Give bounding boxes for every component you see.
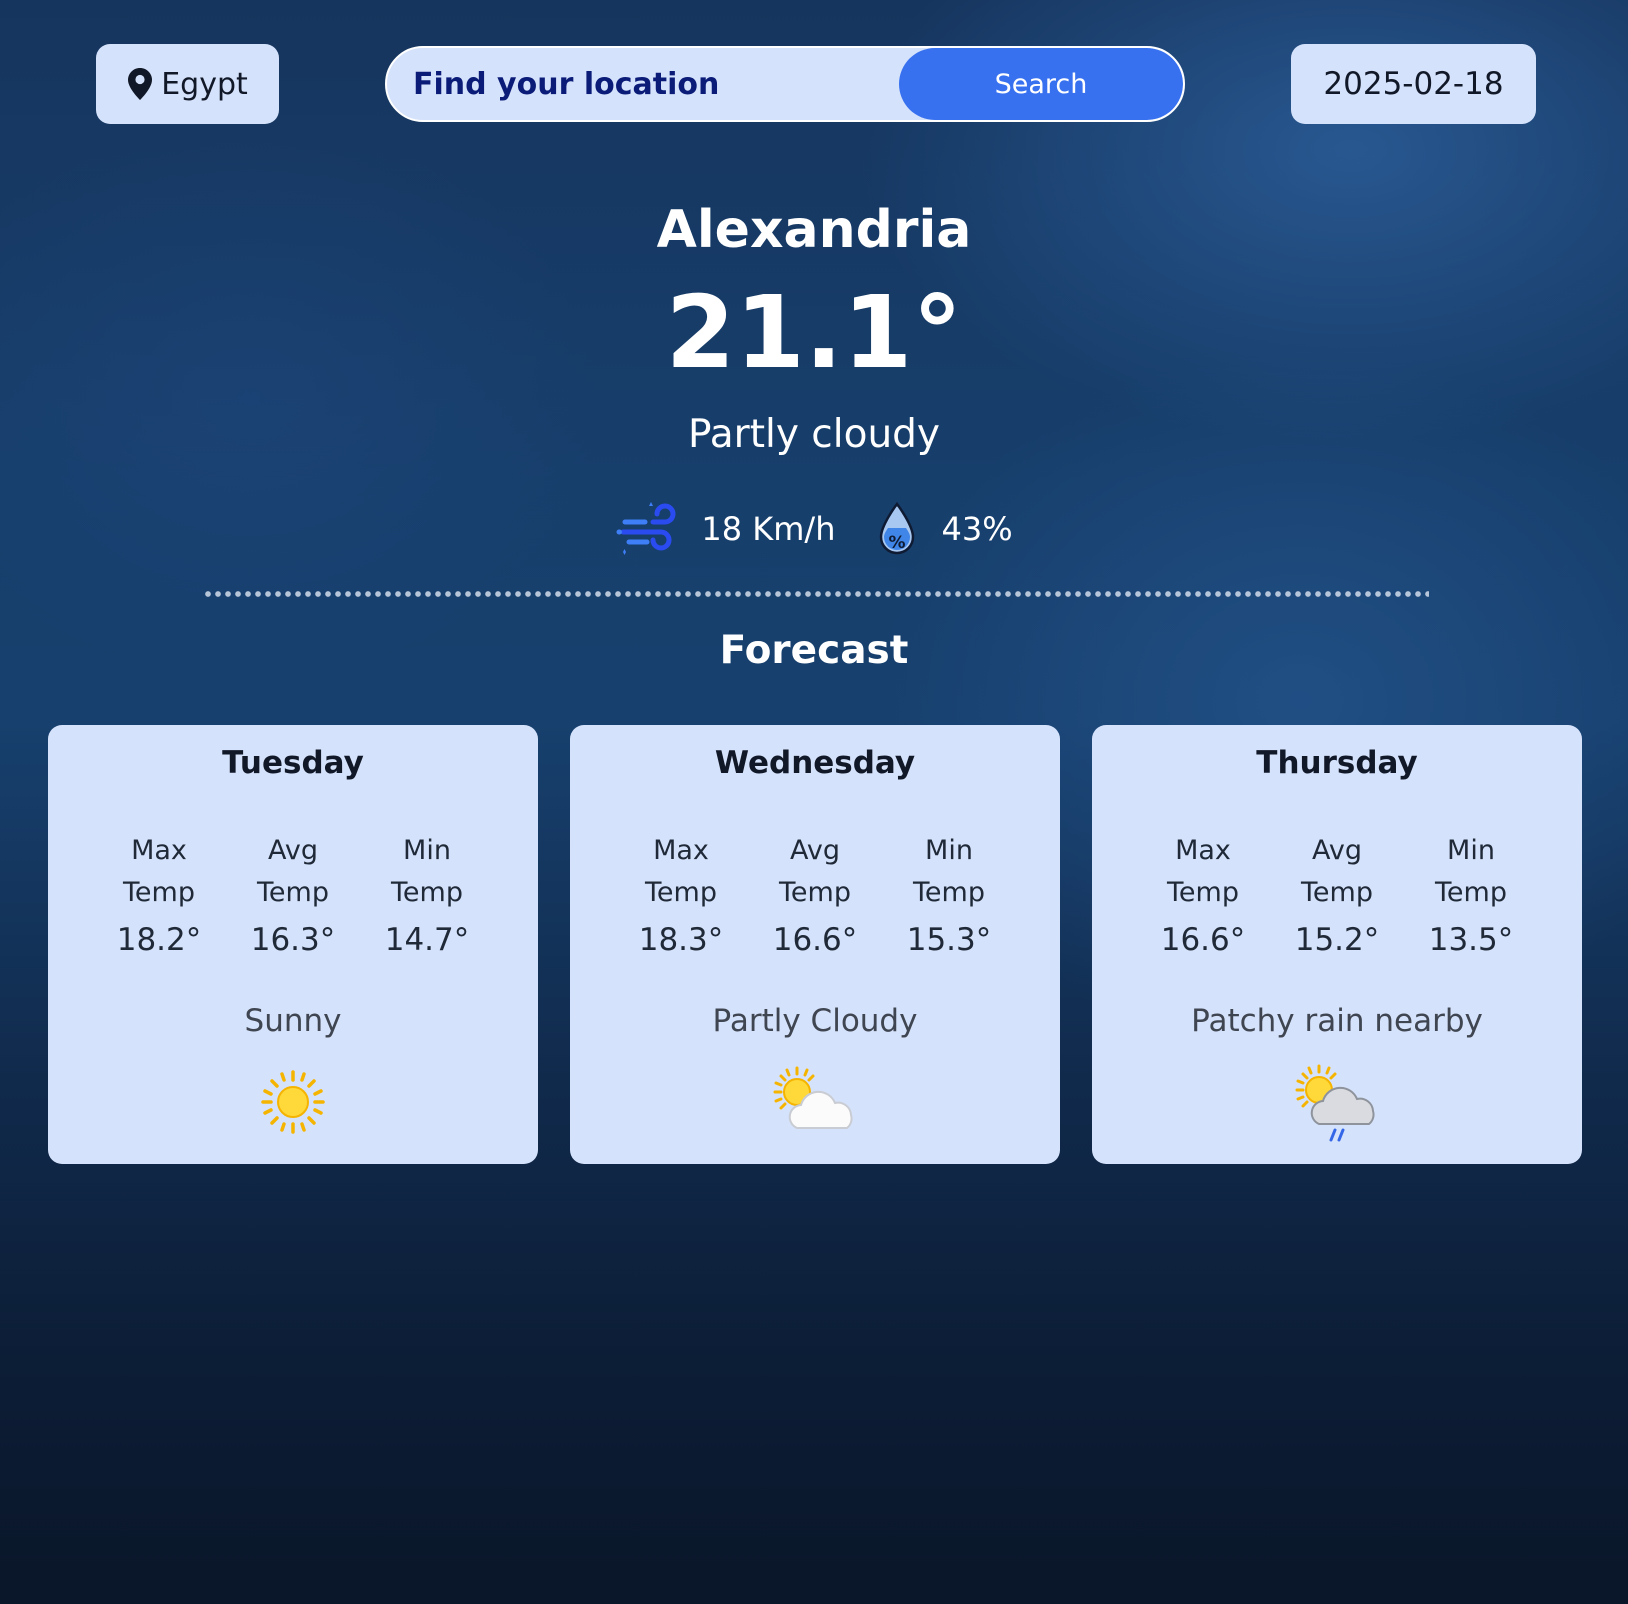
- forecast-condition: Sunny: [244, 1003, 342, 1039]
- max-temp-value: 18.2°: [116, 922, 202, 958]
- humidity-stat: % 43%: [877, 501, 1013, 557]
- temp-row: Max Temp 18.3° Avg Temp 16.6° Min Temp 15.3…: [570, 830, 1060, 958]
- current-condition: Partly cloudy: [688, 412, 940, 457]
- avg-temp-value: 15.2°: [1294, 922, 1380, 958]
- forecast-title: Forecast: [719, 628, 909, 673]
- max-temp: Max Temp 18.3°: [635, 830, 727, 958]
- city-name: Alexandria: [656, 200, 972, 260]
- forecast-day: Wednesday: [714, 745, 916, 781]
- current-stats: 18 Km/h % 43%: [0, 500, 1628, 558]
- forecast-condition: Partly Cloudy: [712, 1003, 918, 1039]
- min-temp: Min Temp 13.5°: [1425, 830, 1517, 958]
- search-button[interactable]: Search: [899, 48, 1183, 120]
- humidity-value: 43%: [941, 510, 1013, 548]
- current-temperature: 21.1°: [665, 274, 963, 391]
- wind-stat: 18 Km/h: [615, 500, 835, 558]
- max-temp-label: Max Temp: [645, 835, 717, 908]
- avg-temp-value: 16.6°: [772, 922, 858, 958]
- search-bar: Search: [385, 46, 1185, 122]
- location-badge[interactable]: Egypt: [96, 44, 279, 124]
- avg-temp: Avg Temp 15.2°: [1291, 830, 1383, 958]
- min-temp-value: 13.5°: [1428, 922, 1514, 958]
- avg-temp-label: Avg Temp: [779, 835, 851, 908]
- max-temp-value: 16.6°: [1160, 922, 1246, 958]
- sun-icon: [245, 1062, 341, 1142]
- max-temp: Max Temp 18.2°: [113, 830, 205, 958]
- forecast-condition: Patchy rain nearby: [1191, 1003, 1483, 1039]
- map-pin-icon: [128, 68, 153, 100]
- max-temp-value: 18.3°: [638, 922, 724, 958]
- forecast-card-wednesday: Wednesday Max Temp 18.3° Avg Temp 16.6° Mi…: [570, 725, 1060, 1164]
- min-temp-value: 15.3°: [906, 922, 992, 958]
- avg-temp-label: Avg Temp: [257, 835, 329, 908]
- min-temp-label: Min Temp: [1435, 835, 1507, 908]
- humidity-drop-icon: %: [880, 501, 915, 555]
- country-label: Egypt: [161, 66, 248, 102]
- forecast-cards: Tuesday Max Temp 18.2° Avg Temp 16.3° Min T…: [48, 725, 1582, 1164]
- temp-row: Max Temp 18.2° Avg Temp 16.3° Min Temp 14.7…: [48, 830, 538, 958]
- max-temp-label: Max Temp: [1167, 835, 1239, 908]
- forecast-card-thursday: Thursday Max Temp 16.6° Avg Temp 15.2° Min…: [1092, 725, 1582, 1164]
- svg-text:%: %: [889, 533, 906, 553]
- partly-cloudy-icon: [767, 1062, 863, 1142]
- forecast-day: Tuesday: [222, 745, 364, 781]
- min-temp-label: Min Temp: [391, 835, 463, 908]
- wind-speed: 18 Km/h: [701, 510, 836, 548]
- max-temp: Max Temp 16.6°: [1157, 830, 1249, 958]
- patchy-rain-icon: [1289, 1062, 1385, 1142]
- avg-temp: Avg Temp 16.3°: [247, 830, 339, 958]
- date-badge: 2025-02-18: [1291, 44, 1536, 124]
- avg-temp: Avg Temp 16.6°: [769, 830, 861, 958]
- wind-icon: [616, 502, 676, 555]
- forecast-day: Thursday: [1256, 745, 1418, 781]
- dotted-divider: [203, 591, 1429, 597]
- temp-row: Max Temp 16.6° Avg Temp 15.2° Min Temp 13.5…: [1092, 830, 1582, 958]
- search-input[interactable]: [387, 48, 899, 120]
- min-temp: Min Temp 15.3°: [903, 830, 995, 958]
- min-temp: Min Temp 14.7°: [381, 830, 473, 958]
- avg-temp-label: Avg Temp: [1301, 835, 1373, 908]
- min-temp-value: 14.7°: [384, 922, 470, 958]
- max-temp-label: Max Temp: [123, 835, 195, 908]
- date-label: 2025-02-18: [1323, 66, 1504, 102]
- min-temp-label: Min Temp: [913, 835, 985, 908]
- avg-temp-value: 16.3°: [250, 922, 336, 958]
- forecast-card-tuesday: Tuesday Max Temp 18.2° Avg Temp 16.3° Min T…: [48, 725, 538, 1164]
